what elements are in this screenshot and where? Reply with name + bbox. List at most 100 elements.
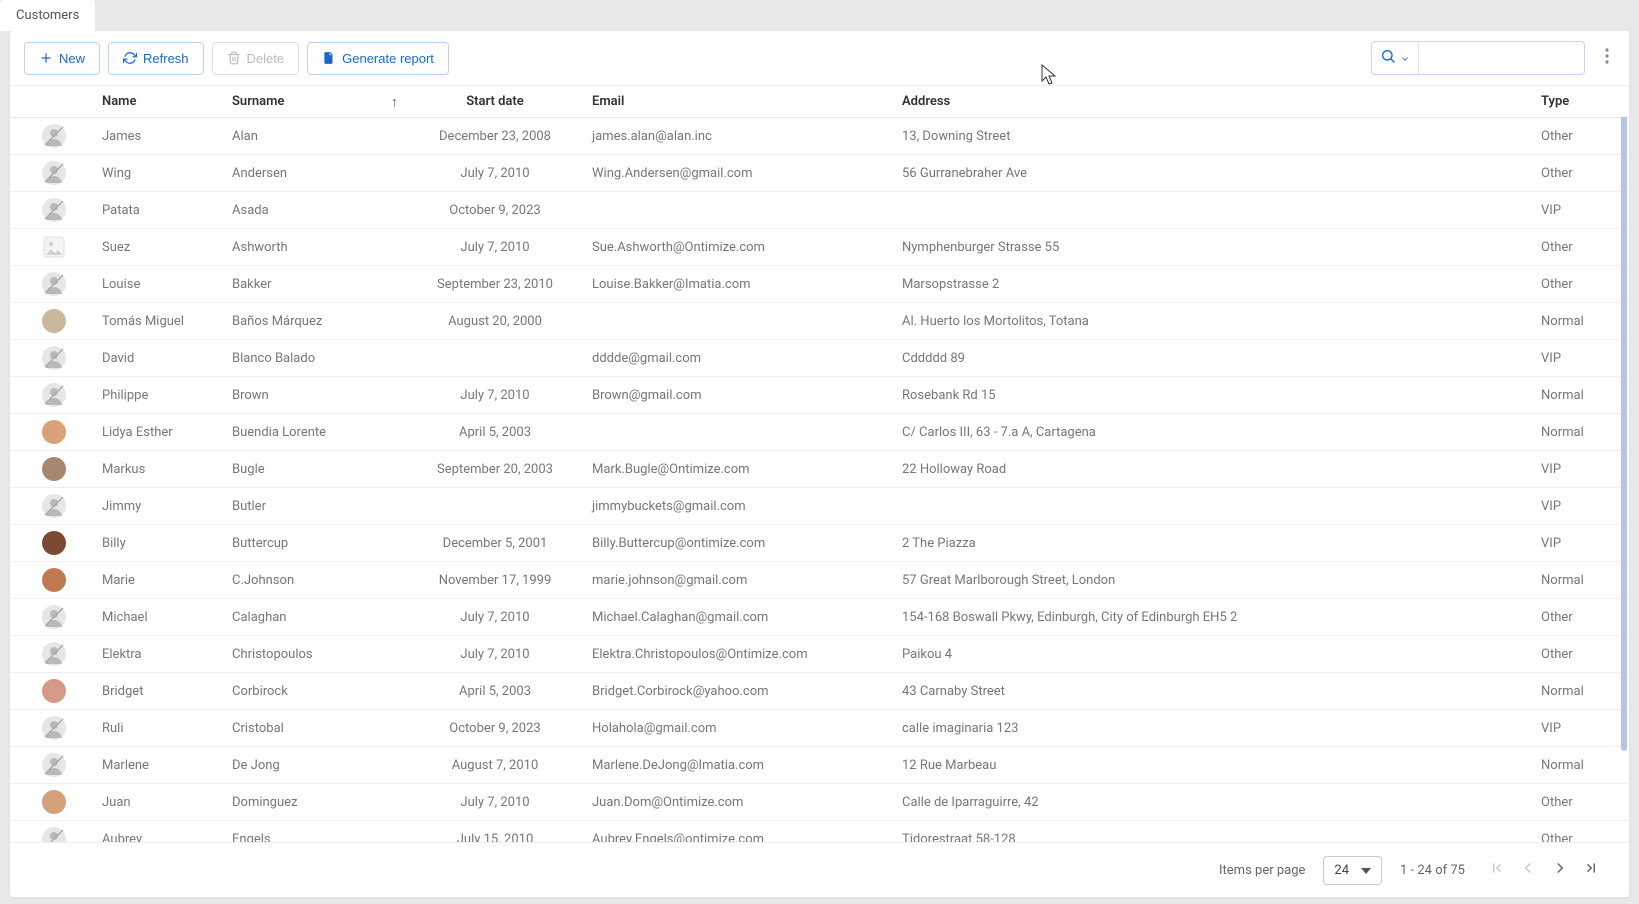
cell-startdate	[410, 488, 580, 525]
cell-surname: Buendia Lorente	[220, 414, 410, 451]
cell-email: Aubrey.Engels@ontimize.com	[580, 821, 890, 843]
table-row[interactable]: PhilippeBrownJuly 7, 2010Brown@gmail.com…	[10, 377, 1629, 414]
cell-surname: Blanco Balado	[220, 340, 410, 377]
cell-startdate: December 5, 2001	[410, 525, 580, 562]
cell-email	[580, 303, 890, 340]
table-row[interactable]: BillyButtercupDecember 5, 2001Billy.Butt…	[10, 525, 1629, 562]
cell-type: VIP	[1529, 340, 1629, 377]
cell-address: Nymphenburger Strasse 55	[890, 229, 1529, 266]
cell-address: Calle de Iparraguirre, 42	[890, 784, 1529, 821]
items-per-page-select[interactable]: 24	[1323, 856, 1382, 885]
table-row[interactable]: MarieC.JohnsonNovember 17, 1999marie.joh…	[10, 562, 1629, 599]
cell-name: Aubrey	[90, 821, 220, 843]
cell-address	[890, 192, 1529, 229]
table-row[interactable]: ElektraChristopoulosJuly 7, 2010Elektra.…	[10, 636, 1629, 673]
cell-startdate: October 9, 2023	[410, 710, 580, 747]
cell-email: Mark.Bugle@Ontimize.com	[580, 451, 890, 488]
cell-address: 57 Great Marlborough Street, London	[890, 562, 1529, 599]
table-row[interactable]: Lidya EstherBuendia LorenteApril 5, 2003…	[10, 414, 1629, 451]
cell-name: Suez	[90, 229, 220, 266]
header-name[interactable]: Name	[90, 86, 220, 118]
cell-email: Louise.Bakker@Imatia.com	[580, 266, 890, 303]
table-row[interactable]: RuliCristobalOctober 9, 2023Holahola@gma…	[10, 710, 1629, 747]
cell-surname: Brown	[220, 377, 410, 414]
cell-startdate: September 23, 2010	[410, 266, 580, 303]
cell-type: VIP	[1529, 451, 1629, 488]
scrollbar[interactable]	[1621, 86, 1627, 751]
table-row[interactable]: DavidBlanco Baladodddde@gmail.comCddddd …	[10, 340, 1629, 377]
table-row[interactable]: MarleneDe JongAugust 7, 2010Marlene.DeJo…	[10, 747, 1629, 784]
cell-type: VIP	[1529, 710, 1629, 747]
cell-startdate: April 5, 2003	[410, 673, 580, 710]
cell-startdate	[410, 340, 580, 377]
cell-type: Normal	[1529, 414, 1629, 451]
cell-email: dddde@gmail.com	[580, 340, 890, 377]
kebab-icon	[1605, 49, 1609, 68]
table-row[interactable]: Tomás MiguelBaños MárquezAugust 20, 2000…	[10, 303, 1629, 340]
tab-customers[interactable]: Customers	[0, 0, 95, 31]
table-row[interactable]: WingAndersenJuly 7, 2010Wing.Andersen@gm…	[10, 155, 1629, 192]
table-row[interactable]: JimmyButlerjimmybuckets@gmail.comVIP	[10, 488, 1629, 525]
cell-surname: Bugle	[220, 451, 410, 488]
cell-address: 154-168 Boswall Pkwy, Edinburgh, City of…	[890, 599, 1529, 636]
no-image-icon	[42, 346, 66, 370]
cell-address: Marsopstrasse 2	[890, 266, 1529, 303]
cell-email: Juan.Dom@Ontimize.com	[580, 784, 890, 821]
cell-name: Juan	[90, 784, 220, 821]
table-row[interactable]: JuanDominguezJuly 7, 2010Juan.Dom@Ontimi…	[10, 784, 1629, 821]
cell-type: VIP	[1529, 525, 1629, 562]
cell-type: Other	[1529, 229, 1629, 266]
cell-address: 56 Gurranebraher Ave	[890, 155, 1529, 192]
plus-icon	[39, 51, 53, 65]
table-row[interactable]: JamesAlanDecember 23, 2008james.alan@ala…	[10, 118, 1629, 155]
no-image-icon	[42, 161, 66, 185]
more-options-button[interactable]	[1599, 42, 1615, 74]
cell-email: jimmybuckets@gmail.com	[580, 488, 890, 525]
table-row[interactable]: SuezAshworthJuly 7, 2010Sue.Ashworth@Ont…	[10, 229, 1629, 266]
last-page-button[interactable]	[1579, 855, 1605, 885]
avatar	[42, 457, 66, 481]
cell-surname: Baños Márquez	[220, 303, 410, 340]
cell-startdate: July 15, 2010	[410, 821, 580, 843]
header-surname[interactable]: Surname ↑	[220, 86, 410, 118]
table-row[interactable]: MichaelCalaghanJuly 7, 2010Michael.Calag…	[10, 599, 1629, 636]
cell-surname: Ashworth	[220, 229, 410, 266]
header-type[interactable]: Type	[1529, 86, 1629, 118]
items-per-page-value: 24	[1334, 863, 1349, 878]
cell-address: C/ Carlos III, 63 - 7.a A, Cartagena	[890, 414, 1529, 451]
table-header-row: Name Surname ↑ Start date Email Address …	[10, 86, 1629, 118]
refresh-button-label: Refresh	[143, 51, 189, 66]
cell-surname: Dominguez	[220, 784, 410, 821]
cell-type: Normal	[1529, 303, 1629, 340]
no-image-icon	[42, 753, 66, 777]
generate-report-button[interactable]: Generate report	[307, 42, 449, 75]
new-button[interactable]: New	[24, 42, 100, 75]
header-startdate[interactable]: Start date	[410, 86, 580, 118]
search-input[interactable]	[1419, 51, 1584, 66]
cell-email: Michael.Calaghan@gmail.com	[580, 599, 890, 636]
header-email[interactable]: Email	[580, 86, 890, 118]
cell-name: Tomás Miguel	[90, 303, 220, 340]
refresh-button[interactable]: Refresh	[108, 42, 204, 75]
cell-startdate: July 7, 2010	[410, 784, 580, 821]
table-row[interactable]: BridgetCorbirockApril 5, 2003Bridget.Cor…	[10, 673, 1629, 710]
cell-address: 13, Downing Street	[890, 118, 1529, 155]
table-row[interactable]: AubreyEngelsJuly 15, 2010Aubrey.Engels@o…	[10, 821, 1629, 843]
table-row[interactable]: PatataAsadaOctober 9, 2023VIP	[10, 192, 1629, 229]
new-button-label: New	[59, 51, 85, 66]
search-box	[1371, 41, 1585, 75]
cell-surname: C.Johnson	[220, 562, 410, 599]
cell-email: Brown@gmail.com	[580, 377, 890, 414]
tab-label: Customers	[16, 8, 79, 23]
table-row[interactable]: LouiseBakkerSeptember 23, 2010Louise.Bak…	[10, 266, 1629, 303]
cell-name: Wing	[90, 155, 220, 192]
paginator: Items per page 24 1 - 24 of 75	[10, 842, 1629, 897]
table-row[interactable]: MarkusBugleSeptember 20, 2003Mark.Bugle@…	[10, 451, 1629, 488]
no-image-icon	[42, 198, 66, 222]
cell-surname: Asada	[220, 192, 410, 229]
header-address[interactable]: Address	[890, 86, 1529, 118]
cell-name: Billy	[90, 525, 220, 562]
cell-type: Other	[1529, 118, 1629, 155]
search-dropdown-trigger[interactable]	[1372, 42, 1419, 74]
next-page-button[interactable]	[1547, 855, 1573, 885]
